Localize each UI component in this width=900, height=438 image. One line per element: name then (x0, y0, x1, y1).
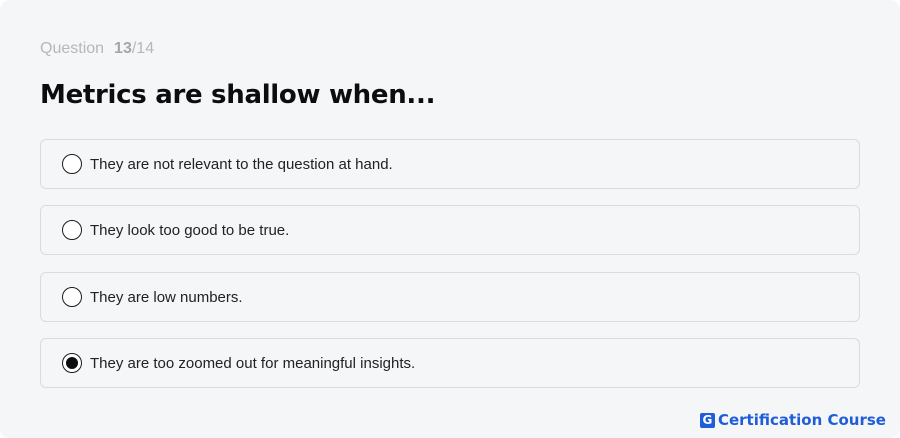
question-counter-current: 13 (114, 40, 132, 57)
radio-button[interactable] (62, 154, 82, 174)
question-counter: Question 13/14 (40, 40, 154, 58)
brand-footer: G Certification Course (699, 411, 886, 429)
radio-button[interactable] (62, 287, 82, 307)
brand-name: Certification Course (717, 411, 886, 429)
radio-button[interactable] (62, 353, 82, 373)
answer-option-text: They look too good to be true. (90, 221, 290, 239)
answer-option-4[interactable]: They are too zoomed out for meaningful i… (40, 338, 860, 388)
radio-button[interactable] (62, 220, 82, 240)
answer-option-3[interactable]: They are low numbers. (40, 272, 860, 322)
answer-option-text: They are not relevant to the question at… (90, 155, 393, 173)
brand-logo-icon: G (699, 412, 715, 428)
question-title: Metrics are shallow when... (40, 80, 436, 110)
radio-selected-dot (66, 357, 78, 369)
answer-option-2[interactable]: They look too good to be true. (40, 205, 860, 255)
answer-option-text: They are too zoomed out for meaningful i… (90, 354, 416, 372)
question-counter-label: Question (40, 40, 105, 57)
quiz-card: Question 13/14 Metrics are shallow when..… (0, 0, 900, 438)
answer-option-text: They are low numbers. (90, 288, 243, 306)
question-counter-total: /14 (131, 40, 155, 57)
answer-option-1[interactable]: They are not relevant to the question at… (40, 139, 860, 189)
